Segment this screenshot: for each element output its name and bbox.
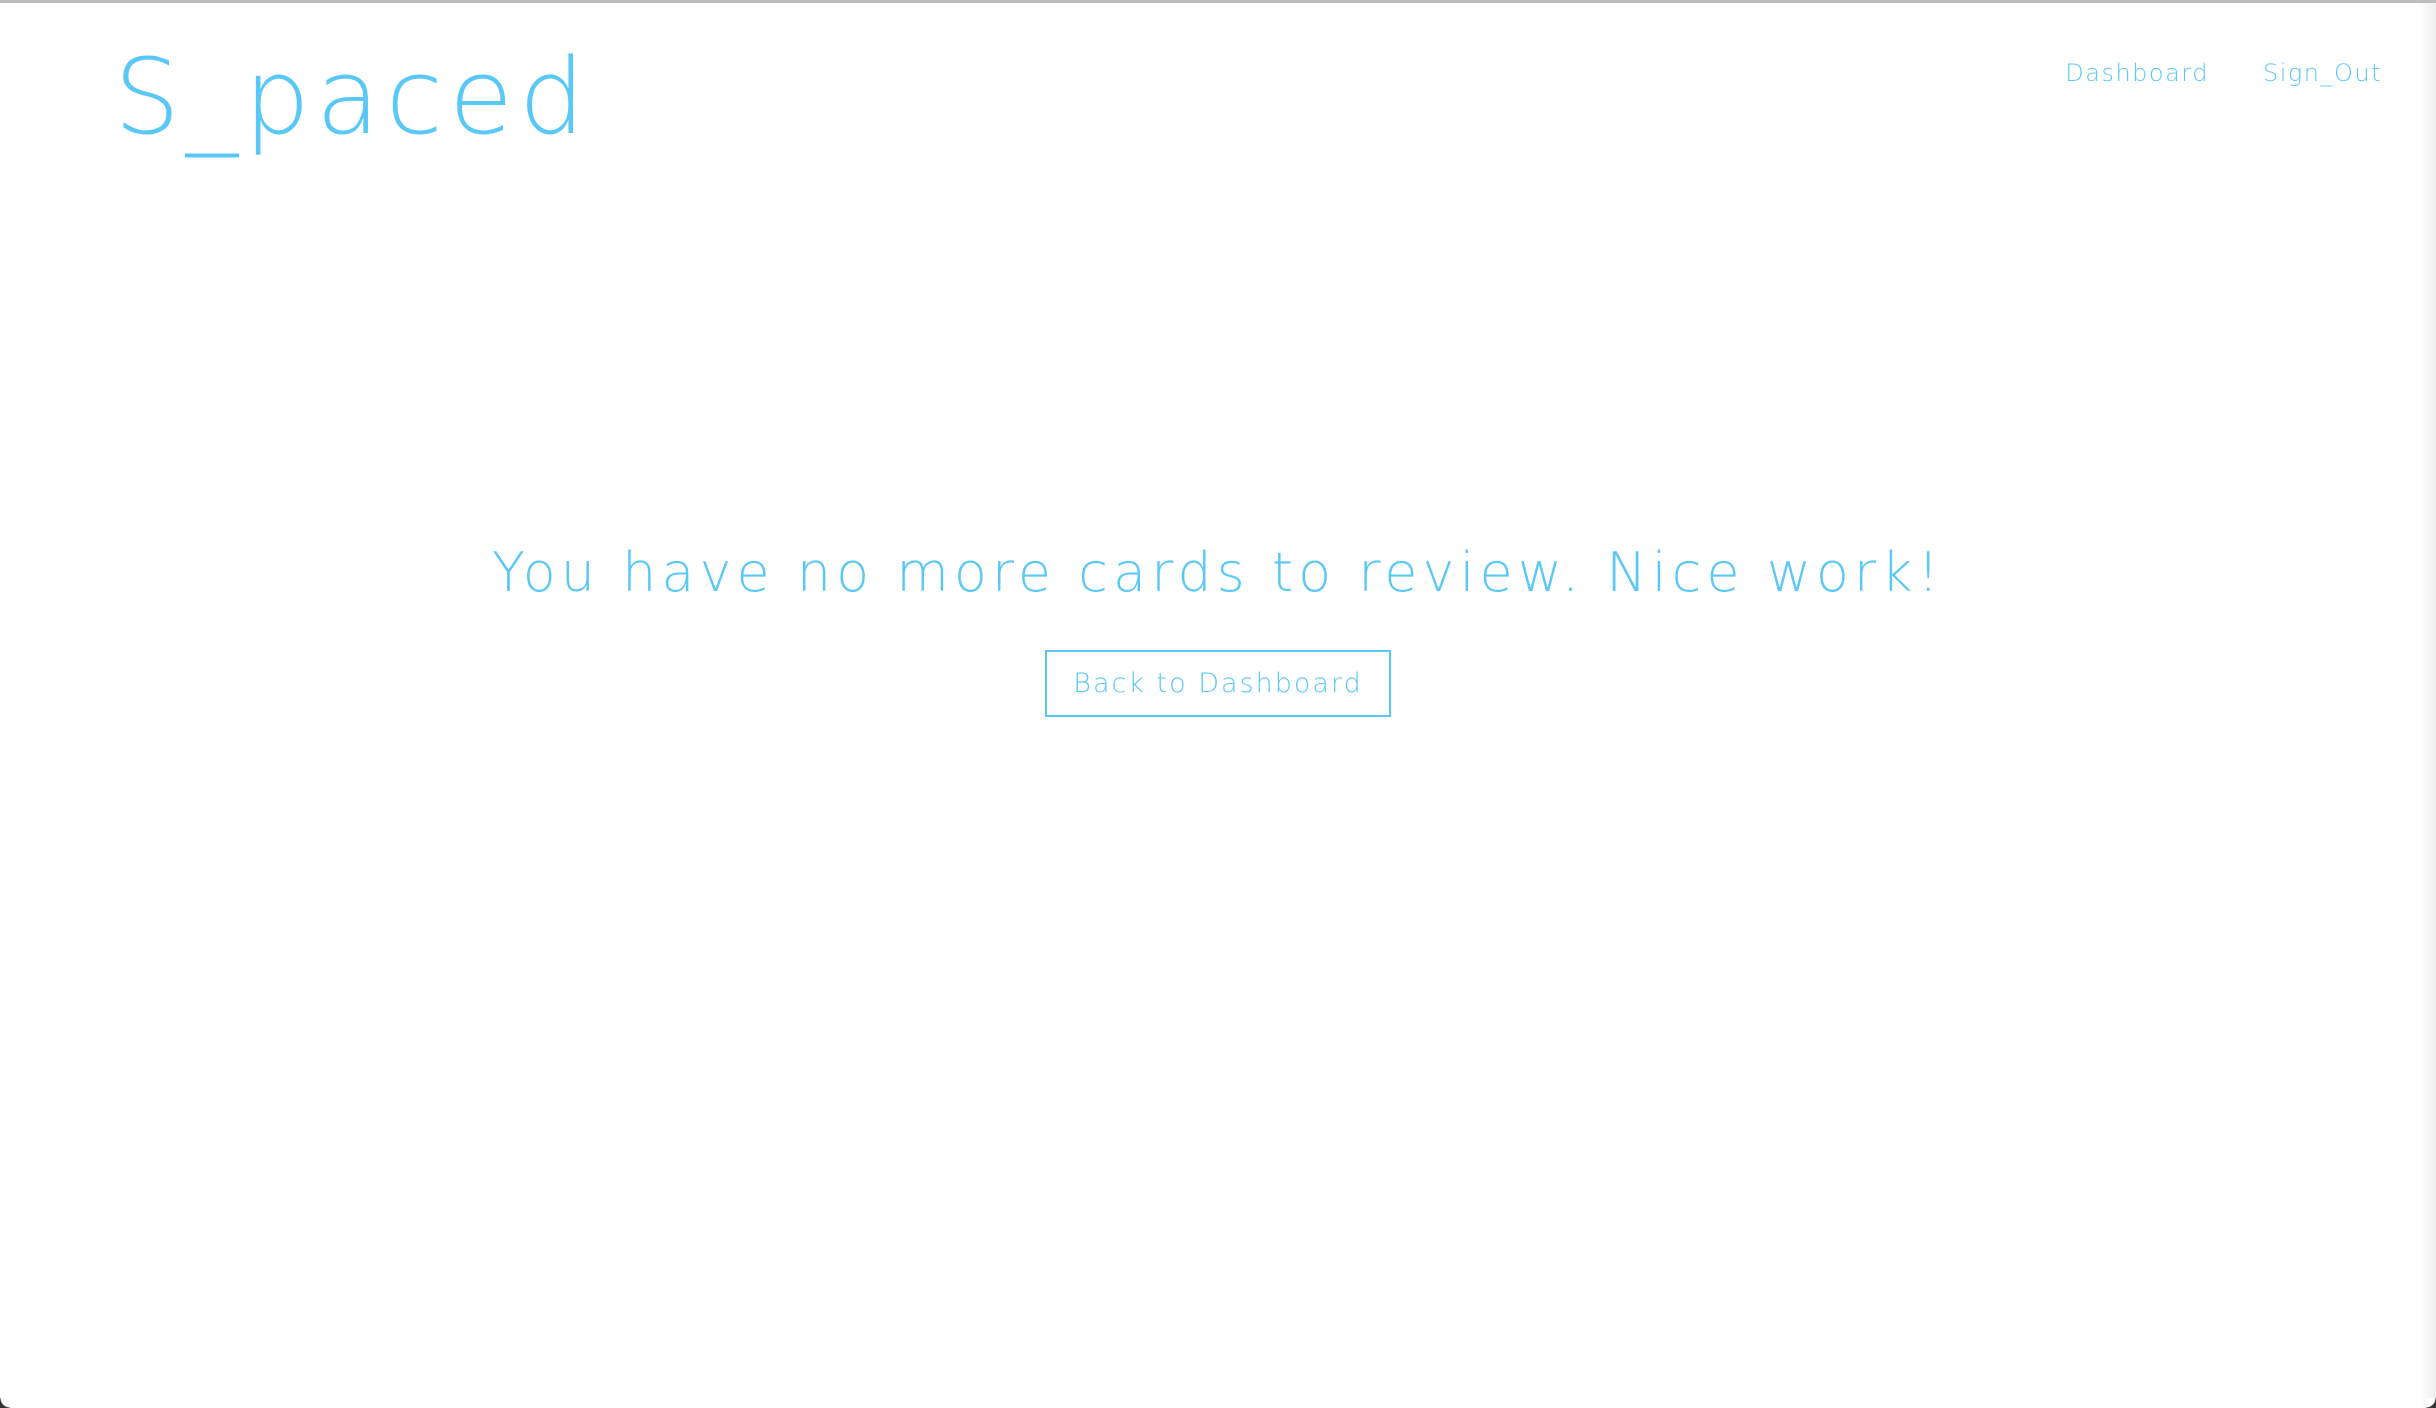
brand-logo[interactable]: S_paced (114, 45, 591, 149)
back-to-dashboard-button[interactable]: Back to Dashboard (1045, 650, 1391, 718)
review-complete-message: You have no more cards to review. Nice w… (491, 541, 1945, 604)
window-corner-bottom-left (0, 1398, 10, 1408)
nav-sign-out-link[interactable]: Sign_Out (2263, 59, 2382, 87)
window-corner-bottom-right (2426, 1398, 2436, 1408)
app-window: S_paced Dashboard Sign_Out You have no m… (0, 0, 2436, 1408)
window-edge-shadow (2420, 3, 2436, 1408)
nav-dashboard-link[interactable]: Dashboard (2065, 59, 2209, 87)
top-nav: Dashboard Sign_Out (2065, 59, 2382, 87)
review-complete-panel: You have no more cards to review. Nice w… (0, 541, 2436, 718)
